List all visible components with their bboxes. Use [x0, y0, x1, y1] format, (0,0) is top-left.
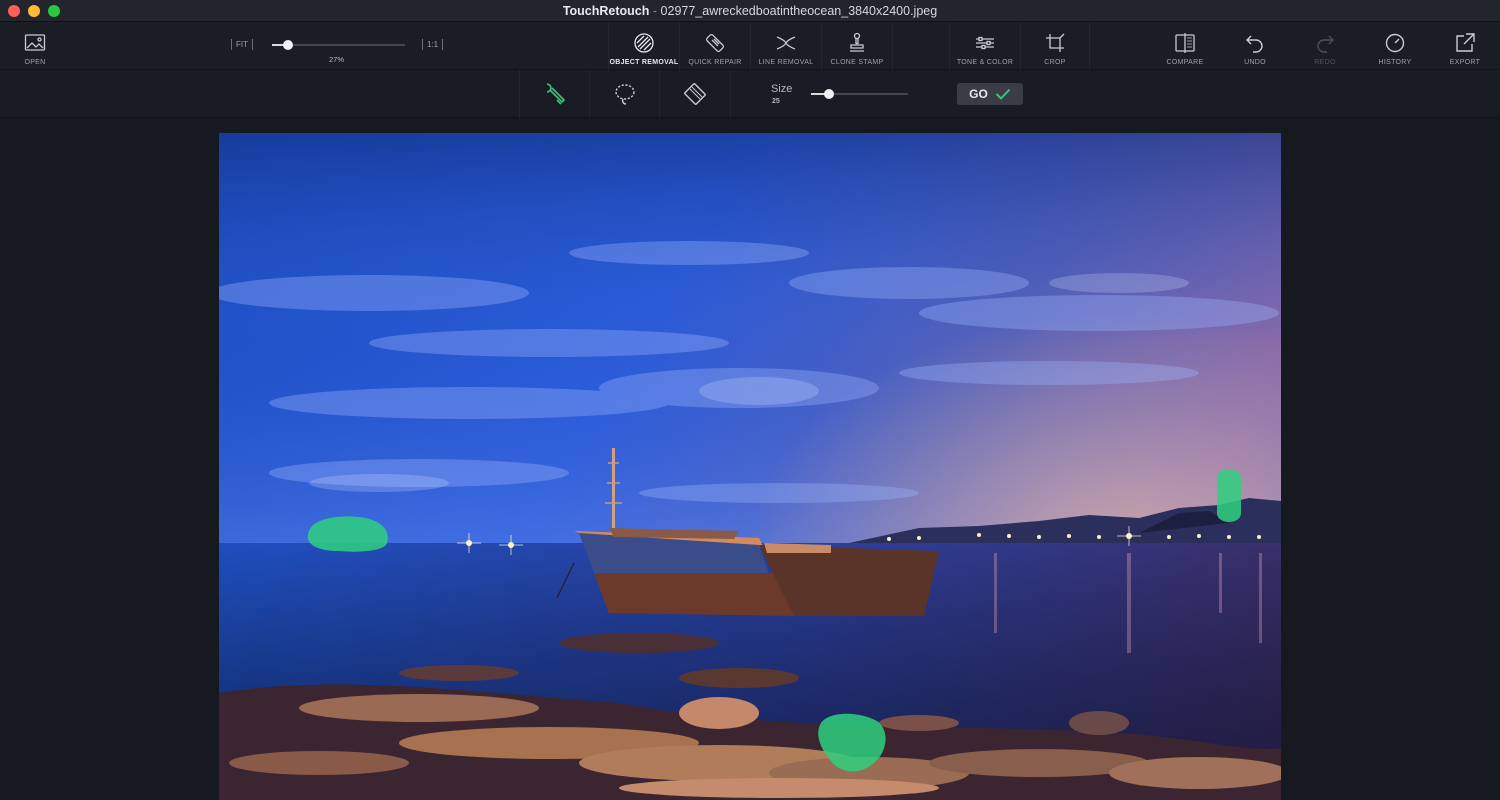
redo-label: REDO: [1314, 59, 1336, 66]
tone-color-icon: [976, 36, 994, 50]
redo-icon: [1317, 35, 1334, 53]
open-image-icon: [24, 34, 46, 51]
eraser-tool-button[interactable]: [660, 70, 730, 118]
window-title: TouchRetouch - 02977_awreckedboatintheoc…: [563, 4, 937, 18]
redo-button[interactable]: REDO: [1300, 22, 1350, 70]
object-removal-icon: [634, 33, 654, 53]
undo-icon: [1246, 35, 1263, 53]
history-icon: [1385, 33, 1405, 53]
export-icon: [1456, 33, 1475, 52]
go-label: GO: [969, 87, 988, 101]
tool-tone-color[interactable]: TONE & COLOR: [950, 22, 1020, 70]
compare-label: COMPARE: [1166, 59, 1204, 66]
open-label: OPEN: [24, 59, 46, 66]
eraser-icon: [684, 83, 706, 105]
lasso-tool-button[interactable]: [590, 70, 660, 118]
history-label: HISTORY: [1378, 59, 1412, 66]
toolbar-divider: [892, 22, 893, 70]
tool-object-removal[interactable]: OBJECT REMOVAL: [609, 22, 679, 70]
tool-label: QUICK REPAIR: [688, 59, 742, 66]
minimize-window-button[interactable]: [28, 5, 40, 17]
quick-repair-icon: [705, 33, 725, 53]
tool-label: CROP: [1044, 59, 1066, 66]
zoom-fit-button[interactable]: FIT: [231, 39, 253, 50]
line-removal-icon: [776, 36, 796, 50]
zoom-slider-handle[interactable]: [283, 40, 293, 50]
app-name: TouchRetouch: [562, 3, 650, 18]
undo-button[interactable]: UNDO: [1230, 22, 1280, 70]
file-name: 02977_awreckedboatintheocean_3840x2400.j…: [660, 3, 938, 18]
title-separator: -: [652, 3, 658, 18]
editing-canvas[interactable]: [0, 118, 1500, 800]
close-window-button[interactable]: [8, 5, 20, 17]
main-toolbar: OPEN FIT 27% 1:1 OBJECT REMOVAL QUICK RE…: [0, 22, 1500, 70]
toolbar-divider: [1089, 22, 1090, 70]
tool-label: CLONE STAMP: [830, 59, 884, 66]
size-slider-handle[interactable]: [824, 89, 834, 99]
undo-label: UNDO: [1244, 59, 1266, 66]
tool-label: OBJECT REMOVAL: [609, 59, 679, 66]
compare-icon: [1175, 33, 1195, 53]
tool-label: LINE REMOVAL: [758, 59, 814, 66]
export-label: EXPORT: [1449, 59, 1481, 66]
subbar-divider: [730, 70, 731, 118]
export-button[interactable]: EXPORT: [1440, 22, 1490, 70]
tool-label: TONE & COLOR: [956, 59, 1014, 66]
checkmark-icon: [995, 88, 1011, 100]
object-removal-options: [0, 70, 1500, 118]
zoom-1-to-1-button[interactable]: 1:1: [422, 39, 444, 50]
go-button[interactable]: GO: [957, 83, 1023, 105]
wrecked-boat-photo: [219, 133, 1281, 800]
size-value: 25: [772, 98, 780, 105]
compare-button[interactable]: COMPARE: [1160, 22, 1210, 70]
window-controls: [8, 5, 60, 17]
brush-tool-button[interactable]: [520, 70, 590, 118]
tool-clone-stamp[interactable]: CLONE STAMP: [822, 22, 892, 70]
size-label: Size: [771, 83, 793, 95]
zoom-value: 27%: [329, 55, 345, 64]
photo-image[interactable]: [219, 133, 1281, 800]
crop-icon: [1046, 33, 1065, 52]
tool-line-removal[interactable]: LINE REMOVAL: [751, 22, 821, 70]
history-button[interactable]: HISTORY: [1370, 22, 1420, 70]
zoom-window-button[interactable]: [48, 5, 60, 17]
app-window: TouchRetouch - 02977_awreckedboatintheoc…: [0, 0, 1500, 800]
brush-icon: [546, 83, 566, 105]
tool-quick-repair[interactable]: QUICK REPAIR: [680, 22, 750, 70]
lasso-icon: [615, 84, 635, 105]
title-bar: TouchRetouch - 02977_awreckedboatintheoc…: [0, 0, 1500, 22]
tool-crop[interactable]: CROP: [1021, 22, 1089, 70]
clone-stamp-icon: [850, 32, 864, 52]
open-button[interactable]: OPEN: [15, 22, 55, 70]
